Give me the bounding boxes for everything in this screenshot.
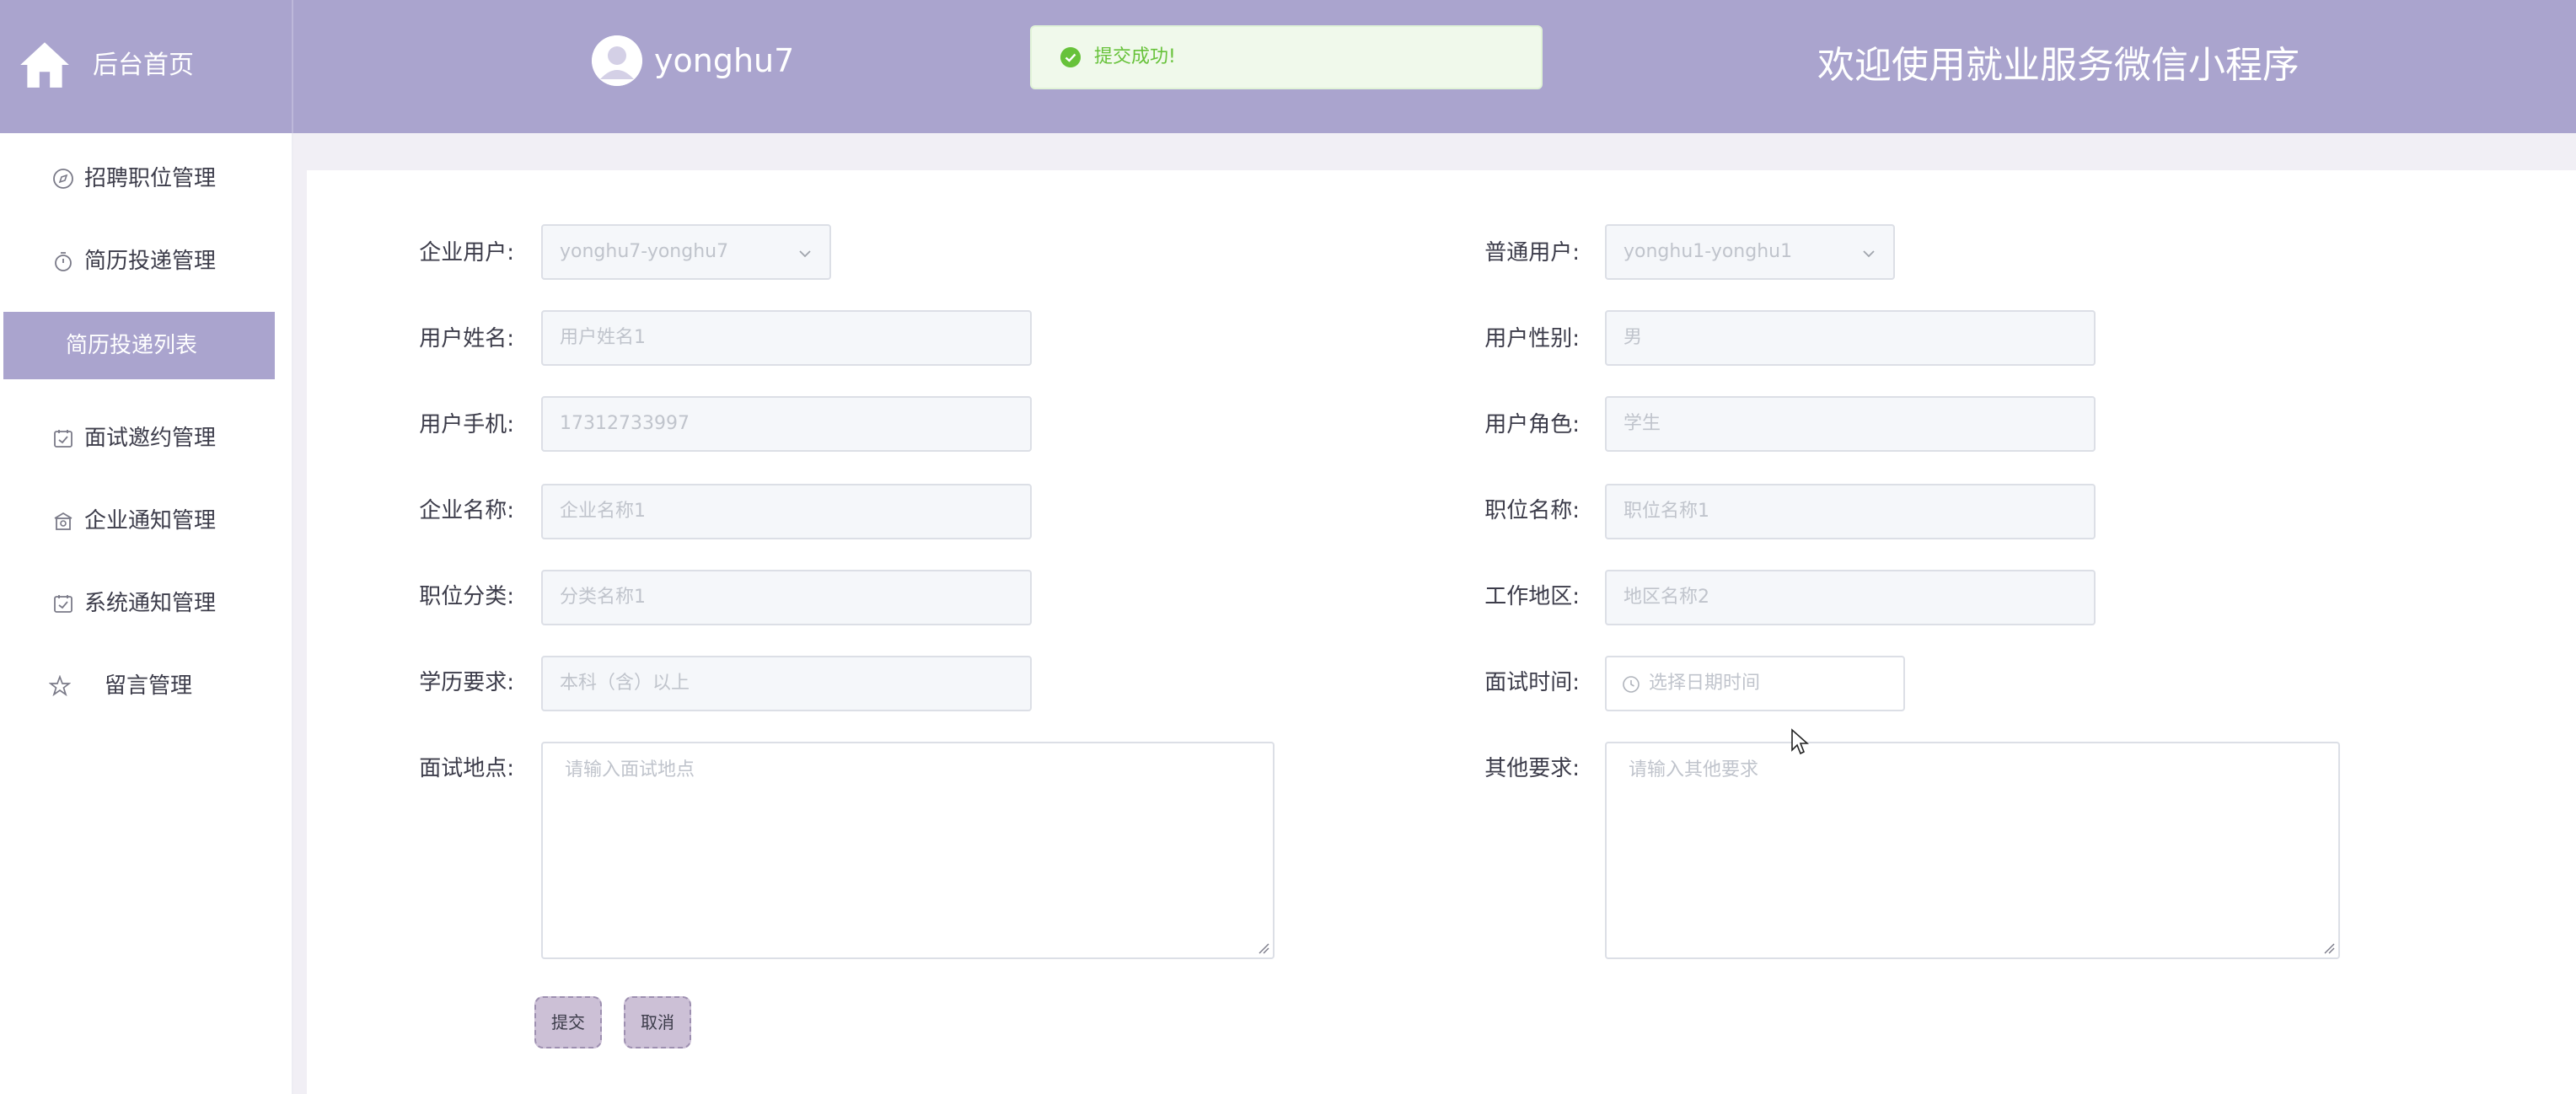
- company-user-label: 企业用户:: [419, 240, 514, 265]
- chevron-down-icon: [1863, 250, 1875, 258]
- mouse-cursor-icon: [1791, 728, 1809, 755]
- user-name-placeholder: 用户姓名1: [560, 327, 646, 348]
- job-category-input[interactable]: 分类名称1: [541, 570, 1032, 625]
- interview-place-label: 面试地点:: [419, 756, 514, 781]
- user-phone-input[interactable]: 17312733997: [541, 396, 1032, 452]
- user-avatar-icon: [592, 35, 642, 86]
- work-area-input[interactable]: 地区名称2: [1605, 570, 2096, 625]
- home-label: 后台首页: [93, 51, 194, 80]
- education-placeholder: 本科（含）以上: [560, 673, 690, 694]
- welcome-title: 欢迎使用就业服务微信小程序: [1817, 44, 2300, 87]
- other-requirements-placeholder: 请输入其他要求: [1629, 759, 1759, 780]
- clock-icon: [1623, 676, 1640, 693]
- job-title-input[interactable]: 职位名称1: [1605, 484, 2096, 539]
- building-icon: [54, 512, 72, 530]
- company-name-placeholder: 企业名称1: [560, 501, 646, 522]
- sidebar-item-label: 招聘职位管理: [84, 166, 217, 191]
- timer-icon: [55, 252, 72, 271]
- education-input[interactable]: 本科（含）以上: [541, 656, 1032, 711]
- user-phone-placeholder: 17312733997: [560, 413, 690, 434]
- user-gender-label: 用户性别:: [1484, 326, 1580, 351]
- interview-place-placeholder: 请输入面试地点: [565, 759, 695, 780]
- user-gender-input[interactable]: 男: [1605, 310, 2096, 366]
- work-area-placeholder: 地区名称2: [1623, 587, 1709, 608]
- avatar[interactable]: [592, 35, 642, 86]
- submit-button[interactable]: 提交: [534, 996, 602, 1048]
- calendar-check-icon: [54, 595, 72, 613]
- chevron-down-icon: [799, 250, 811, 258]
- success-toast: 提交成功!: [1030, 25, 1543, 89]
- resize-handle-icon[interactable]: [1256, 941, 1269, 954]
- home-link[interactable]: 后台首页: [0, 0, 293, 133]
- calendar-check-icon: [54, 430, 72, 448]
- sidebar: 招聘职位管理 简历投递管理 简历投递列表 面试邀约管理 企业通知管理 系统通知管…: [0, 133, 293, 1094]
- sidebar-item-system-notice[interactable]: 系统通知管理: [0, 570, 292, 637]
- sidebar-item-label: 简历投递管理: [84, 249, 217, 274]
- interview-time-placeholder: 选择日期时间: [1649, 673, 1761, 694]
- normal-user-label: 普通用户:: [1484, 240, 1580, 265]
- work-area-label: 工作地区:: [1484, 584, 1580, 609]
- sidebar-item-label: 留言管理: [105, 673, 193, 699]
- toast-message: 提交成功!: [1094, 46, 1176, 67]
- check-circle-icon: [1060, 47, 1081, 67]
- sidebar-item-label: 企业通知管理: [84, 508, 217, 534]
- user-name-label: 用户姓名:: [419, 326, 514, 351]
- sidebar-item-resume-management[interactable]: 简历投递管理: [0, 228, 292, 295]
- home-icon: [20, 42, 69, 88]
- company-name-input[interactable]: 企业名称1: [541, 484, 1032, 539]
- compass-icon: [53, 169, 73, 189]
- user-role-input[interactable]: 学生: [1605, 396, 2096, 452]
- user-gender-placeholder: 男: [1623, 327, 1643, 348]
- interview-time-picker[interactable]: 选择日期时间: [1605, 656, 1905, 711]
- education-label: 学历要求:: [419, 670, 514, 695]
- other-requirements-textarea[interactable]: 请输入其他要求: [1605, 742, 2340, 959]
- job-title-label: 职位名称:: [1484, 498, 1580, 523]
- sidebar-item-resume-list[interactable]: 简历投递列表: [3, 312, 275, 379]
- sidebar-item-job-management[interactable]: 招聘职位管理: [0, 145, 292, 212]
- username: yonghu7: [654, 42, 795, 79]
- user-role-placeholder: 学生: [1623, 413, 1661, 434]
- top-header: 后台首页 yonghu7 提交成功! 欢迎使用就业服务微信小程序: [0, 0, 2576, 133]
- company-user-value: yonghu7-yonghu7: [560, 241, 729, 262]
- resize-handle-icon[interactable]: [2321, 941, 2335, 954]
- company-user-select[interactable]: yonghu7-yonghu7: [541, 224, 831, 280]
- interview-time-label: 面试时间:: [1484, 670, 1580, 695]
- interview-place-textarea[interactable]: 请输入面试地点: [541, 742, 1275, 959]
- sidebar-item-label: 系统通知管理: [84, 591, 217, 616]
- normal-user-select[interactable]: yonghu1-yonghu1: [1605, 224, 1895, 280]
- sidebar-item-label: 面试邀约管理: [84, 426, 217, 451]
- sidebar-item-interview-management[interactable]: 面试邀约管理: [0, 405, 292, 472]
- sidebar-item-company-notice[interactable]: 企业通知管理: [0, 487, 292, 555]
- user-name-input[interactable]: 用户姓名1: [541, 310, 1032, 366]
- sidebar-item-message-management[interactable]: 留言管理: [0, 652, 292, 720]
- user-role-label: 用户角色:: [1484, 412, 1580, 437]
- other-requirements-label: 其他要求:: [1484, 756, 1580, 781]
- sidebar-item-label: 简历投递列表: [66, 333, 198, 358]
- job-category-label: 职位分类:: [419, 584, 514, 609]
- job-title-placeholder: 职位名称1: [1623, 501, 1709, 522]
- star-icon: [49, 675, 71, 697]
- normal-user-value: yonghu1-yonghu1: [1623, 241, 1793, 262]
- cancel-button[interactable]: 取消: [624, 996, 691, 1048]
- job-category-placeholder: 分类名称1: [560, 587, 646, 608]
- user-phone-label: 用户手机:: [419, 412, 514, 437]
- company-name-label: 企业名称:: [419, 498, 514, 523]
